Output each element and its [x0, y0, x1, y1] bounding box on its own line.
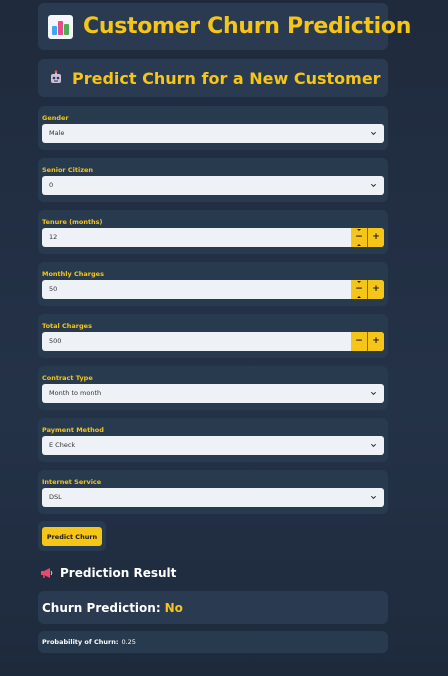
total-charges-label: Total Charges	[42, 322, 92, 330]
payment-method-label: Payment Method	[42, 426, 104, 434]
tenure-value: 12	[49, 233, 58, 241]
gender-select[interactable]: Male	[42, 124, 384, 143]
predict-churn-button[interactable]: Predict Churn	[42, 527, 102, 546]
monthly-charges-increment-button[interactable]: +	[368, 280, 384, 299]
senior-citizen-label: Senior Citizen	[42, 166, 94, 174]
page-title: Customer Churn Prediction	[83, 14, 412, 39]
senior-citizen-select[interactable]: 0	[42, 176, 384, 195]
contract-type-label: Contract Type	[42, 374, 93, 382]
robot-icon	[51, 70, 61, 83]
result-heading: Prediction Result	[40, 565, 176, 581]
section-header-card: Predict Churn for a New Customer	[38, 59, 388, 97]
monthly-charges-stepper: − +	[351, 280, 384, 299]
tenure-field: Tenure (months) 12 − +	[38, 210, 388, 254]
total-charges-stepper: − +	[351, 332, 384, 351]
payment-method-value: E Check	[49, 441, 76, 449]
monthly-charges-input[interactable]: 50 − +	[42, 280, 384, 299]
total-charges-increment-button[interactable]: +	[368, 332, 384, 351]
payment-method-select[interactable]: E Check	[42, 436, 384, 455]
churn-probability-label: Probability of Churn:	[42, 638, 119, 646]
payment-method-field: Payment Method E Check	[38, 418, 388, 462]
gender-label: Gender	[42, 114, 69, 122]
total-charges-value: 500	[49, 337, 62, 345]
contract-type-value: Month to month	[49, 389, 102, 397]
tenure-input[interactable]: 12 − +	[42, 228, 384, 247]
contract-type-select[interactable]: Month to month	[42, 384, 384, 403]
chevron-down-icon	[370, 443, 377, 448]
internet-service-field: Internet Service DSL	[38, 470, 388, 514]
tenure-stepper: − +	[351, 228, 384, 247]
monthly-charges-value: 50	[49, 285, 58, 293]
senior-citizen-field: Senior Citizen 0	[38, 158, 388, 202]
churn-prediction-value: No	[164, 600, 183, 615]
churn-prediction-card: Churn Prediction: No	[38, 591, 388, 624]
total-charges-input[interactable]: 500 − +	[42, 332, 384, 351]
bar-chart-icon	[48, 14, 73, 39]
monthly-charges-label: Monthly Charges	[42, 270, 104, 278]
app-title-card: Customer Churn Prediction	[38, 3, 411, 50]
senior-citizen-value: 0	[49, 181, 54, 189]
churn-prediction-label: Churn Prediction:	[42, 600, 161, 615]
result-title: Prediction Result	[60, 566, 177, 580]
megaphone-icon	[41, 568, 53, 578]
chevron-down-icon	[370, 183, 377, 188]
contract-type-field: Contract Type Month to month	[38, 366, 388, 410]
churn-probability-card: Probability of Churn: 0.25	[38, 631, 388, 653]
chevron-down-icon	[370, 131, 377, 136]
internet-service-select[interactable]: DSL	[42, 488, 384, 507]
gender-value: Male	[49, 129, 65, 137]
gender-field: Gender Male	[38, 106, 388, 150]
chevron-down-icon	[370, 495, 377, 500]
total-charges-field: Total Charges 500 − +	[38, 314, 388, 358]
tenure-label: Tenure (months)	[42, 218, 103, 226]
tenure-decrement-button[interactable]: −	[351, 228, 368, 247]
predict-button-container: Predict Churn	[38, 521, 106, 551]
section-title: Predict Churn for a New Customer	[72, 68, 381, 88]
tenure-increment-button[interactable]: +	[368, 228, 384, 247]
chevron-down-icon	[370, 391, 377, 396]
total-charges-decrement-button[interactable]: −	[351, 332, 368, 351]
monthly-charges-decrement-button[interactable]: −	[351, 280, 368, 299]
churn-probability-value: 0.25	[121, 638, 136, 646]
monthly-charges-field: Monthly Charges 50 − +	[38, 262, 388, 306]
internet-service-value: DSL	[49, 493, 62, 501]
internet-service-label: Internet Service	[42, 478, 102, 486]
